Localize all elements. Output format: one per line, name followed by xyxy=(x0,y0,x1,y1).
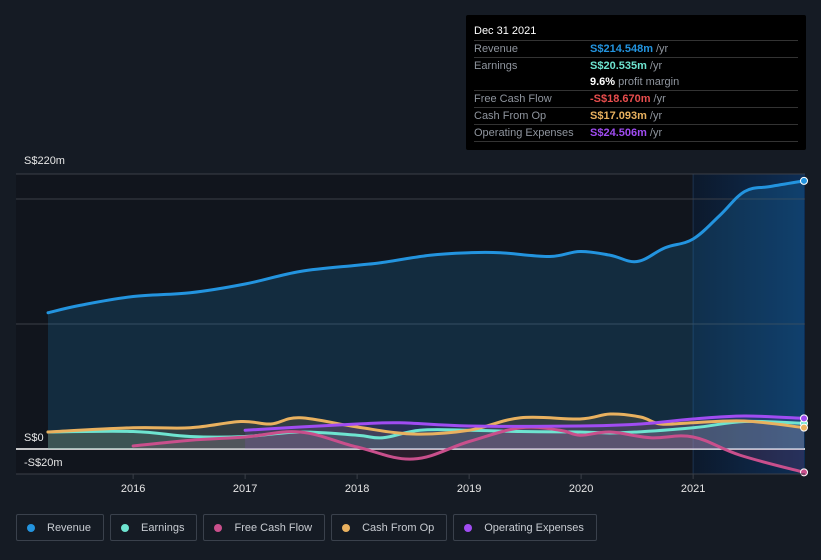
tooltip-unit: /yr xyxy=(649,110,663,122)
tooltip-row: Earnings S$20.535m/yr xyxy=(474,58,798,74)
legend-item-earnings[interactable]: Earnings xyxy=(110,514,198,541)
legend-label: Free Cash Flow xyxy=(234,521,313,534)
tooltip-label: Revenue xyxy=(474,43,519,55)
tooltip-row: Cash From Op S$17.093m/yr xyxy=(474,108,798,125)
tooltip-unit: /yr xyxy=(649,60,663,72)
tooltip-unit: /yr xyxy=(653,93,666,105)
x-tick-label: 2017 xyxy=(233,483,257,495)
x-tick-label: 2021 xyxy=(681,483,705,495)
tooltip-unit: /yr xyxy=(649,127,663,139)
legend-dot-icon xyxy=(214,523,223,532)
tooltip-row: Operating Expenses S$24.506m/yr xyxy=(474,125,798,142)
tooltip-value: S$17.093m xyxy=(590,110,647,122)
legend-dot-icon xyxy=(121,523,130,532)
end-point-cash-from-op[interactable] xyxy=(800,423,808,432)
legend-dot-icon xyxy=(342,523,351,532)
tooltip-label: Earnings xyxy=(474,60,518,72)
tooltip-date: Dec 31 2021 xyxy=(474,23,798,41)
y-tick-label: -S$20m xyxy=(24,457,63,469)
legend-item-free-cash-flow[interactable]: Free Cash Flow xyxy=(203,514,326,541)
legend-label: Operating Expenses xyxy=(484,521,584,534)
legend-dot-icon xyxy=(27,523,35,532)
legend-label: Earnings xyxy=(141,521,185,534)
legend-dot-icon xyxy=(464,523,473,532)
tooltip-label: Free Cash Flow xyxy=(474,93,552,105)
tooltip-row: Revenue S$214.548m/yr xyxy=(474,41,798,58)
legend-item-operating-expenses[interactable]: Operating Expenses xyxy=(453,514,597,541)
tooltip-row: Free Cash Flow -S$18.670m/yr xyxy=(474,91,798,108)
tooltip-value: 9.6% xyxy=(590,76,616,88)
y-tick-label: S$0 xyxy=(24,432,44,444)
legend: Revenue Earnings Free Cash Flow Cash From O… xyxy=(16,514,597,541)
x-tick-label: 2016 xyxy=(121,483,145,495)
end-point-revenue[interactable] xyxy=(800,176,808,185)
tooltip-label: Operating Expenses xyxy=(474,127,574,139)
tooltip-label xyxy=(474,74,590,90)
tooltip-unit: profit margin xyxy=(618,76,680,88)
x-tick-label: 2018 xyxy=(345,483,369,495)
end-point-free-cash-flow[interactable] xyxy=(800,468,808,477)
legend-label: Cash From Op xyxy=(362,521,435,534)
tooltip-row: 9.6% profit margin xyxy=(474,74,798,91)
x-tick-label: 2020 xyxy=(569,483,593,495)
legend-item-cash-from-op[interactable]: Cash From Op xyxy=(331,514,448,541)
y-tick-label: S$220m xyxy=(24,155,65,167)
tooltip: Dec 31 2021 Revenue S$214.548m/yr Earnings… xyxy=(466,15,806,150)
end-point-operating-expenses[interactable] xyxy=(800,414,808,423)
x-tick-label: 2019 xyxy=(457,483,481,495)
tooltip-value: -S$18.670m xyxy=(590,93,651,105)
tooltip-value: S$214.548m xyxy=(590,43,653,55)
tooltip-value: S$20.535m xyxy=(590,60,647,72)
tooltip-value: S$24.506m xyxy=(590,127,647,139)
legend-label: Revenue xyxy=(47,521,92,534)
tooltip-unit: /yr xyxy=(656,43,669,55)
tooltip-label: Cash From Op xyxy=(474,110,547,122)
legend-item-revenue[interactable]: Revenue xyxy=(16,514,105,541)
